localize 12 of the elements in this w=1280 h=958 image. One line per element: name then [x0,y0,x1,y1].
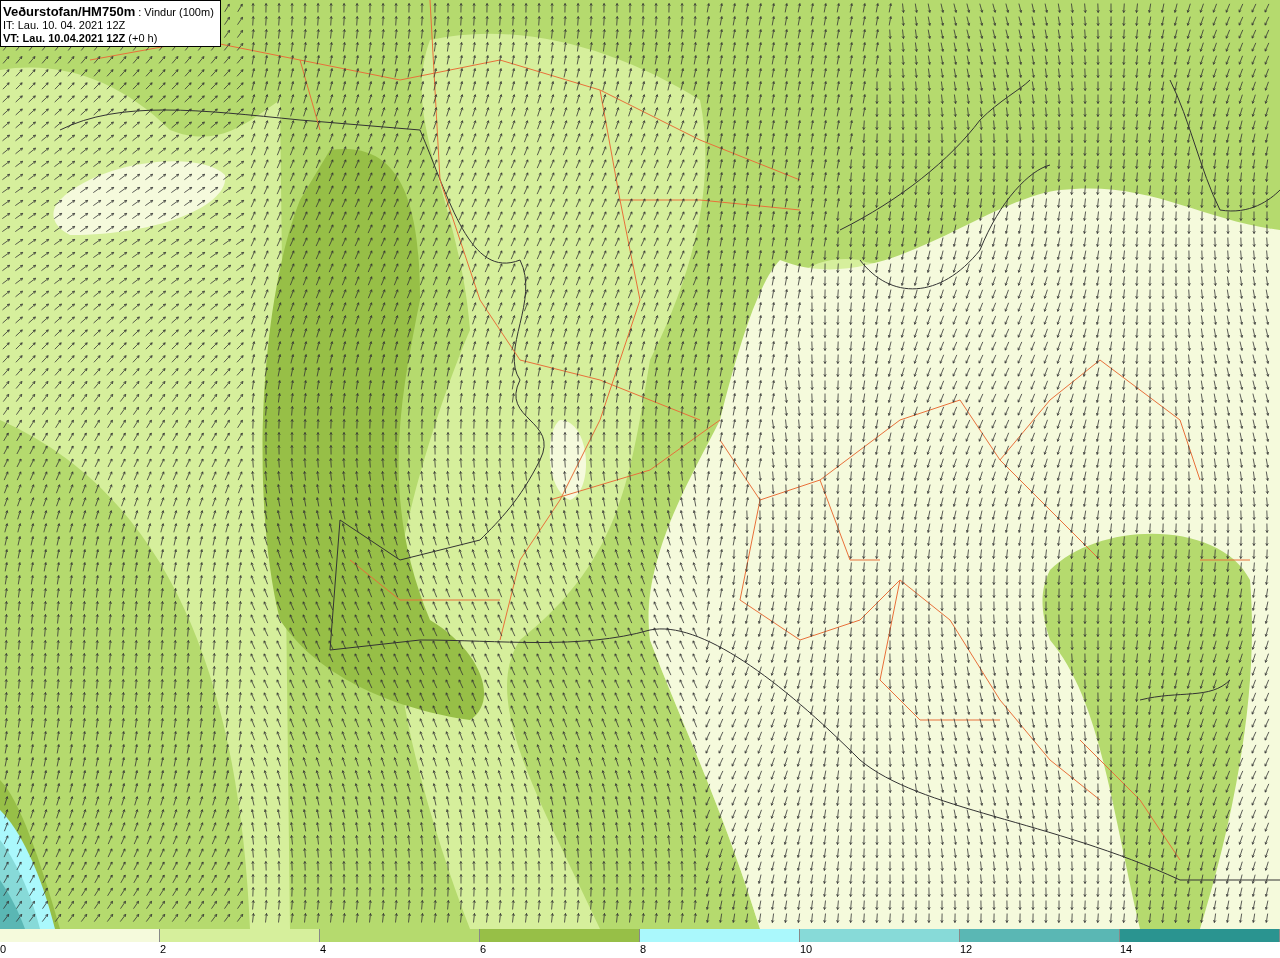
legend-tick-label: 2 [160,943,167,956]
legend-tick-label: 0 [0,943,7,956]
legend-tick-label: 8 [640,943,647,956]
valid-time: VT: Lau. 10.04.2021 12Z (+0 h) [3,32,159,45]
issue-time: IT: Lau. 10. 04. 2021 12Z [3,19,127,32]
model-title: Veðurstofan/HM750m [3,5,136,18]
variable-label: : Vindur (100m) [138,6,214,19]
legend-tick-label: 10 [800,943,813,956]
legend-tick-label: 14 [1120,943,1133,956]
legend-tick-label: 4 [320,943,327,956]
legend-tick-label: 12 [960,943,973,956]
legend-tick-label: 6 [480,943,487,956]
